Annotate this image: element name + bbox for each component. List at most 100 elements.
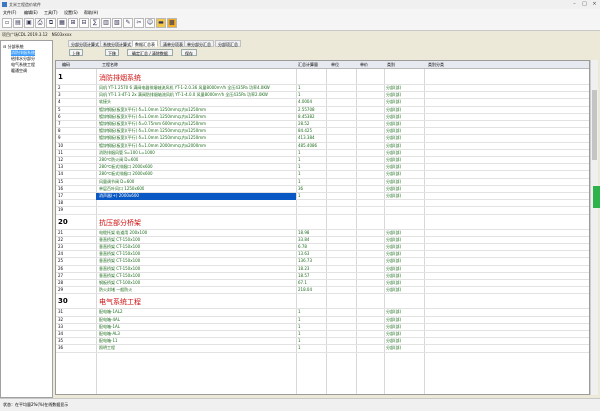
row-type: 分部(部) [386, 236, 402, 242]
calc-icon[interactable]: ∑ [90, 18, 100, 28]
save-button[interactable]: 保存 [181, 49, 197, 56]
folder-icon[interactable]: ▬ [156, 18, 166, 28]
row-number: 1 [58, 73, 63, 81]
app-icon [2, 2, 7, 7]
move-down-button[interactable]: 下移 [105, 49, 119, 56]
row-name: 镀锌钢板(板宽)(平行) δ=1.0mm 1250mm以内x1250mm [99, 113, 207, 119]
chart-icon[interactable]: ▧ [112, 18, 122, 28]
tree-root-label: 分部系统 [7, 44, 24, 49]
row-name: 风机 YT-1 3·4T-1 2x 满阀防排烟轴流风机 YT-1-4.0.0 风… [99, 92, 268, 98]
row-name: 钢板桥架 CT-100x100 [99, 280, 141, 285]
category-row[interactable]: 20 抗压部分桥架 [56, 214, 589, 230]
copy-icon[interactable]: ⧉ [46, 18, 56, 28]
row-quantity: 218.04 [298, 287, 312, 293]
row-name: 软接头 [99, 99, 111, 105]
row-number: 6 [58, 113, 61, 119]
close-icon[interactable]: × [591, 1, 598, 7]
row-name: 消防排烟风管 S=100 L=1000 [99, 149, 155, 155]
header-price[interactable]: 单价 [360, 62, 368, 68]
tab-0[interactable]: 分部分项计算式 [68, 40, 102, 47]
row-name: 垂直桥架 CT-150x100 [99, 272, 141, 278]
row-type: 分部(部) [386, 149, 402, 155]
row-quantity: 1 [298, 149, 301, 155]
row-number: 27 [58, 272, 64, 278]
row-name: 镀锌钢板(板宽)(平行) δ=1.0mm 2000mm以内x2000mm [99, 142, 207, 148]
row-number: 2 [58, 85, 61, 90]
minimize-icon[interactable]: – [571, 1, 578, 7]
row-number: 26 [58, 265, 64, 271]
print-icon[interactable]: ⎙ [35, 18, 45, 28]
edit-icon[interactable]: ✎ [123, 18, 133, 28]
table-row[interactable]: 36 照明工程 1 分部(部) [56, 344, 589, 353]
row-number: 20 [58, 217, 68, 226]
header-name[interactable]: 工程名称 [102, 62, 118, 68]
row-number: 34 [58, 331, 64, 336]
row-quantity: 485.4086 [298, 142, 318, 148]
row-name: 风机 YT-1 2570 6 满阀电器排烟轴流风机 YT-1-2.0.36 风量… [99, 85, 270, 90]
scroll-thumb[interactable] [592, 90, 597, 160]
row-type: 分部(部) [386, 121, 402, 126]
row-name: 配电箱-AL3 [99, 331, 120, 336]
tree-item-hvac[interactable]: 暖通空调 [11, 68, 27, 74]
row-type: 分部(部) [386, 185, 402, 191]
row-quantity: 1 [298, 178, 301, 184]
row-number: 36 [58, 345, 64, 351]
header-qty[interactable]: 汇总计算量 [298, 62, 318, 68]
row-name: 垂直桥架 CT-150x100 [99, 265, 141, 271]
row-name: 照明工程 [99, 345, 115, 351]
category-row[interactable]: 30 电气系统工程 [56, 293, 589, 310]
header-code[interactable]: 编码 [62, 62, 70, 68]
row-number: 29 [58, 287, 64, 293]
row-type: 分部(部) [386, 251, 402, 257]
cut-icon[interactable]: ✂ [134, 18, 144, 28]
row-name: 280℃板式排烟口 2000x600 [99, 164, 153, 170]
action-bar: 上移 下移 确定汇总 / 清除数据 保存 [55, 48, 590, 58]
new-icon[interactable]: ▫ [2, 18, 12, 28]
row-number: 4 [58, 99, 61, 105]
row-quantity: 1 [298, 331, 301, 336]
row-type: 分部(部) [386, 142, 402, 148]
insert-icon[interactable]: ⊞ [68, 18, 78, 28]
open-icon[interactable]: ▤ [13, 18, 23, 28]
row-name: 配电箱-4AL [99, 316, 120, 322]
side-panel-tab[interactable] [593, 186, 600, 208]
row-type: 分部(部) [386, 265, 402, 271]
summary-button[interactable]: 确定汇总 / 清除数据 [127, 49, 173, 56]
row-type: 分部(部) [386, 323, 402, 329]
header-type[interactable]: 类别 [387, 62, 395, 68]
status-bar: 状态：在平均量2%(%)在线数据显示 [0, 398, 600, 411]
tab-2[interactable]: 数据汇总表 [132, 40, 158, 47]
row-quantity: 18.57 [298, 272, 310, 278]
row-number: 10 [58, 142, 64, 148]
user-icon[interactable]: ☺ [145, 18, 155, 28]
paste-icon[interactable]: ▦ [57, 18, 67, 28]
delete-icon[interactable]: ⊟ [79, 18, 89, 28]
row-quantity: 413.384 [298, 135, 315, 141]
category-row[interactable]: 1 消防排烟系统 [56, 69, 589, 85]
row-name: 镀锌钢板(板宽)(平行) δ=1.0mm 1250mm以内x1250mm [99, 135, 207, 141]
header-class[interactable]: 类别分类 [428, 62, 444, 68]
window-title: 艾米工程造价软件 [9, 2, 41, 7]
row-number: 8 [58, 128, 61, 134]
project-name: 项目广场CDL 2019.3.12 [2, 32, 48, 37]
table-icon[interactable]: ▥ [101, 18, 111, 28]
row-type: 分部(部) [386, 345, 402, 351]
tab-1[interactable]: 系统分项计算式 [100, 40, 134, 47]
export-icon[interactable]: ▩ [167, 18, 177, 28]
toolbar: ▫ ▤ ▣ ⎙ ⧉ ▦ ⊞ ⊟ ∑ ▥ ▧ ✎ ✂ ☺ ▬ ▩ [0, 16, 600, 31]
row-number: 19 [58, 207, 64, 213]
move-up-button[interactable]: 上移 [69, 49, 83, 56]
project-label: 项目广场CDL 2019.3.12 NS03xxxx [2, 32, 72, 38]
save-icon[interactable]: ▣ [24, 18, 34, 28]
row-type: 分部(部) [386, 113, 402, 119]
tab-3[interactable]: 清单分项表 [160, 40, 186, 47]
row-type: 分部(部) [386, 287, 402, 293]
row-name: 消防排烟系统 [99, 74, 141, 82]
row-name: 镀锌钢板(板宽)(平行) δ=0.75mm 600mm以内x1250mm [99, 121, 207, 126]
vertical-scrollbar[interactable] [590, 60, 598, 395]
tab-4[interactable]: 单分部分汇总 [184, 40, 214, 47]
tab-5[interactable]: 分部项汇总 [215, 40, 241, 47]
row-type: 分部(部) [386, 280, 402, 285]
maximize-icon[interactable]: □ [581, 1, 588, 7]
header-unit[interactable]: 单位 [331, 62, 339, 68]
